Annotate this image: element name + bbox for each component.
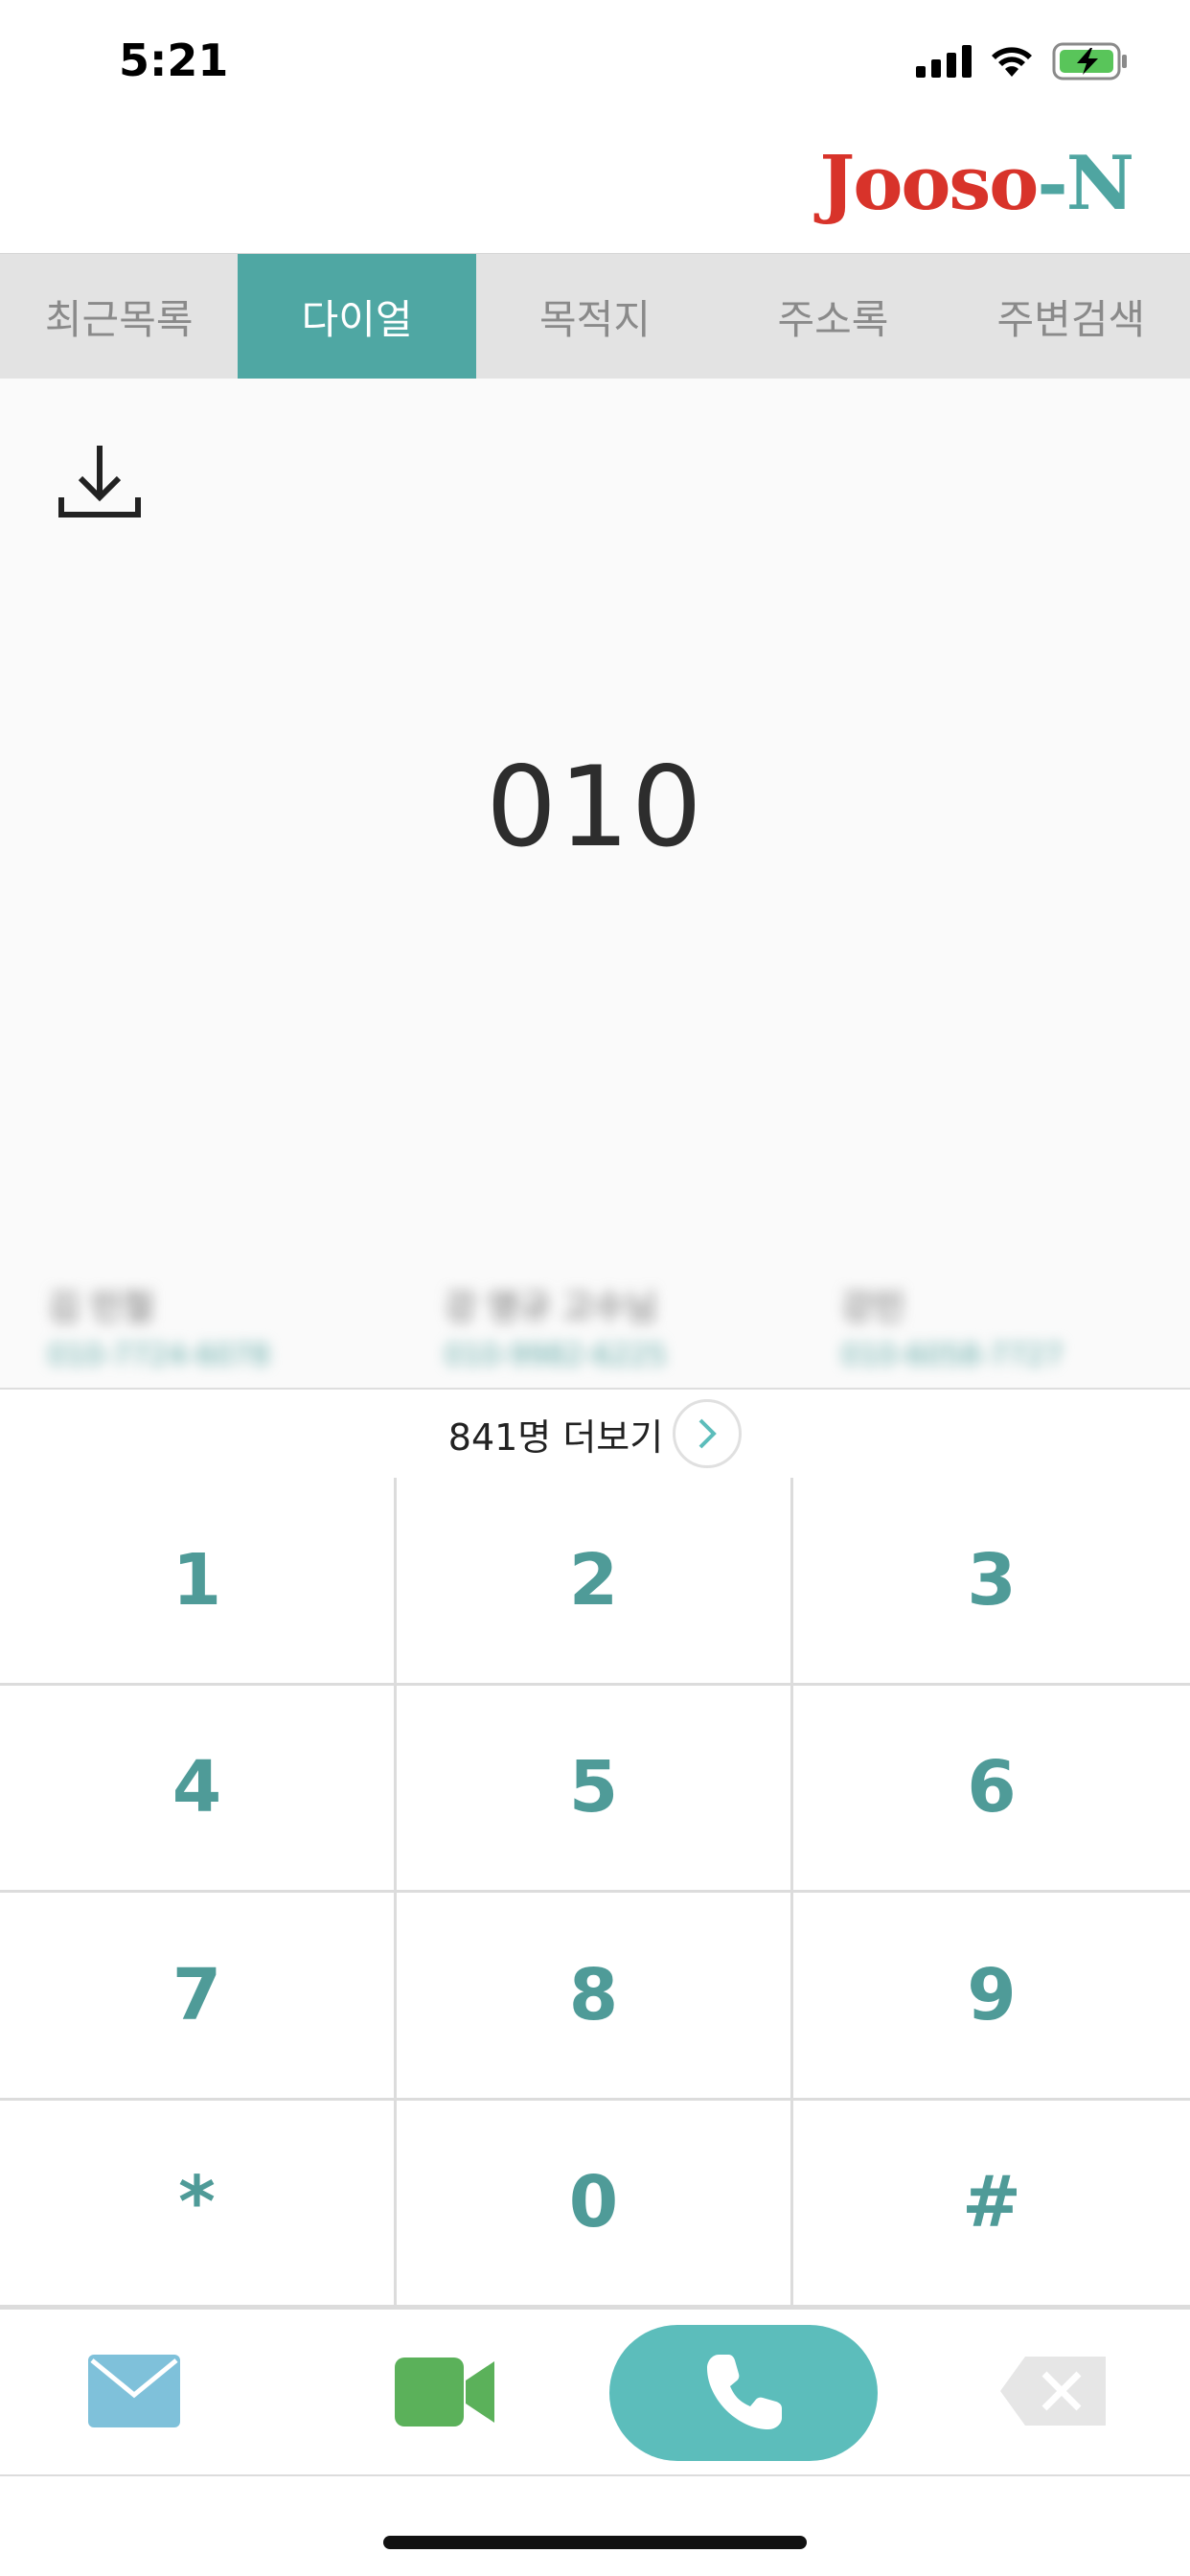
logo-text-red: Jooso — [819, 140, 1039, 227]
tab-contacts[interactable]: 주소록 — [714, 254, 951, 379]
call-button[interactable] — [609, 2325, 878, 2461]
suggestion-item[interactable]: 김 민철 010-7724-6078 — [0, 1279, 397, 1385]
key-9[interactable]: 9 — [793, 1893, 1190, 2101]
key-8[interactable]: 8 — [397, 1893, 793, 2101]
suggestion-phone: 010-6058-7727 — [841, 1339, 1064, 1372]
status-time: 5:21 — [119, 34, 229, 86]
app-header: Jooso-N — [0, 96, 1190, 255]
key-2[interactable]: 2 — [397, 1478, 793, 1686]
tab-nearby-search[interactable]: 주변검색 — [952, 254, 1190, 379]
phone-icon — [707, 2355, 782, 2429]
suggestion-phone: 010-9982-6225 — [445, 1339, 667, 1372]
home-indicator — [383, 2536, 807, 2549]
action-bar — [0, 2308, 1190, 2476]
dial-keypad: 1 2 3 4 5 6 7 8 9 * 0 # — [0, 1478, 1190, 2308]
key-star[interactable]: * — [0, 2100, 397, 2308]
mail-icon — [88, 2355, 180, 2427]
mail-button[interactable] — [86, 2353, 182, 2429]
key-6[interactable]: 6 — [793, 1685, 1190, 1893]
chevron-right-icon[interactable] — [673, 1399, 743, 1468]
status-bar: 5:21 — [0, 0, 1190, 96]
backspace-button[interactable] — [996, 2353, 1111, 2429]
tab-recent[interactable]: 최근목록 — [0, 254, 238, 379]
video-call-button[interactable] — [393, 2352, 498, 2432]
suggestion-name: 강 영규 고수님 — [445, 1288, 657, 1327]
key-4[interactable]: 4 — [0, 1685, 397, 1893]
signal-icon — [916, 45, 972, 78]
key-5[interactable]: 5 — [397, 1685, 793, 1893]
battery-icon — [1052, 42, 1127, 80]
backspace-icon — [1000, 2357, 1106, 2426]
contact-suggestions: 김 민철 010-7724-6078 강 영규 고수님 010-9982-622… — [0, 1279, 1190, 1385]
tab-destination[interactable]: 목적지 — [476, 254, 714, 379]
key-3[interactable]: 3 — [793, 1478, 1190, 1686]
suggestion-phone: 010-7724-6078 — [48, 1339, 270, 1372]
suggestion-name: 강민 — [841, 1288, 905, 1327]
suggestion-name: 김 민철 — [48, 1288, 154, 1327]
tab-dial[interactable]: 다이얼 — [238, 254, 476, 379]
suggestion-item[interactable]: 강민 010-6058-7727 — [793, 1279, 1190, 1385]
suggestion-item[interactable]: 강 영규 고수님 010-9982-6225 — [397, 1279, 793, 1385]
dial-display-area: 010 김 민철 010-7724-6078 강 영규 고수님 010-9982… — [0, 379, 1190, 1390]
key-7[interactable]: 7 — [0, 1893, 397, 2101]
key-1[interactable]: 1 — [0, 1478, 397, 1686]
logo-text-teal: -N — [1037, 140, 1134, 227]
app-logo: Jooso-N — [819, 140, 1134, 227]
key-hash[interactable]: # — [793, 2100, 1190, 2308]
more-contacts-bar[interactable]: 841명 더보기 — [0, 1388, 1190, 1480]
wifi-icon — [992, 47, 1032, 77]
download-icon[interactable] — [54, 436, 146, 528]
status-icons — [916, 42, 1129, 80]
dial-number: 010 — [486, 743, 704, 872]
video-call-icon — [395, 2358, 494, 2426]
tab-bar: 최근목록 다이얼 목적지 주소록 주변검색 — [0, 254, 1190, 379]
key-0[interactable]: 0 — [397, 2100, 793, 2308]
more-contacts-label: 841명 더보기 — [447, 1415, 664, 1459]
